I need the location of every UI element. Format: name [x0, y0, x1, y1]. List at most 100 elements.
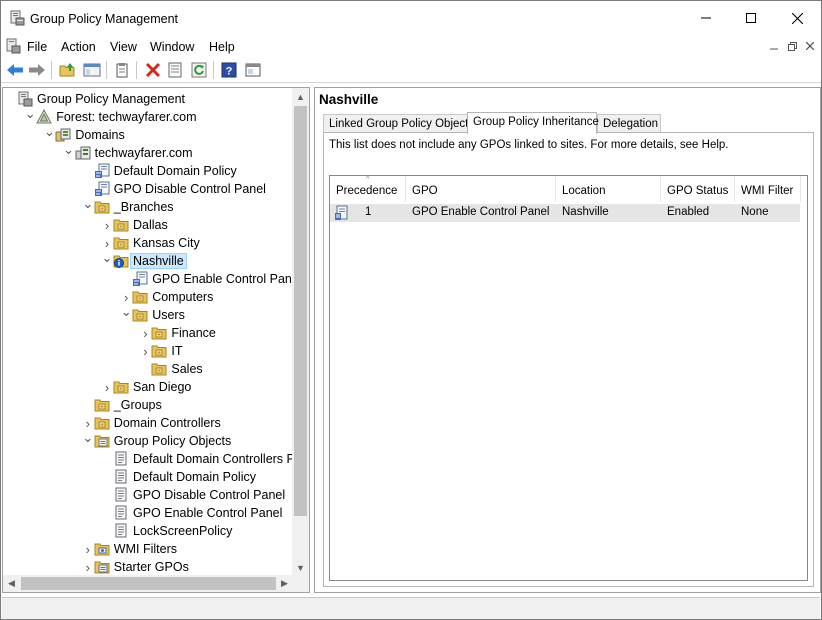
tree-node[interactable]: ⌄ _Branches [82, 195, 174, 216]
tree-horizontal-scrollbar[interactable]: ◀ ▶ [3, 575, 293, 592]
menu-help[interactable]: Help [209, 40, 235, 54]
scroll-up-icon[interactable]: ▲ [292, 88, 309, 105]
tree-node[interactable]: › Dallas [101, 216, 168, 234]
tree-node[interactable]: › IT [139, 342, 182, 360]
chevron-down-icon[interactable]: ⌄ [24, 105, 36, 123]
mmc-system-menu-icon[interactable] [5, 38, 21, 54]
close-icon [806, 42, 814, 50]
properties-icon [168, 62, 182, 78]
column-precedence[interactable]: ^ Precedence [330, 176, 406, 202]
maximize-button[interactable] [728, 1, 774, 35]
properties-button[interactable] [165, 60, 185, 80]
tab-linked-gpos[interactable]: Linked Group Policy Objects [323, 114, 474, 133]
scroll-left-icon[interactable]: ◀ [3, 575, 20, 592]
tree-node[interactable]: ⌄ Nashville [101, 249, 187, 270]
domain-icon [75, 146, 91, 160]
tree-node-label: LockScreenPolicy [133, 524, 233, 538]
child-close-button[interactable] [803, 39, 817, 53]
menu-action[interactable]: Action [61, 40, 96, 54]
tree-node-label: GPO Disable Control Panel [113, 182, 266, 196]
tree-node-label: WMI Filters [113, 542, 177, 556]
chevron-right-icon[interactable]: › [82, 558, 94, 576]
up-level-button[interactable] [58, 60, 78, 80]
ou-folder-icon [94, 417, 110, 430]
chevron-right-icon[interactable]: › [101, 216, 113, 234]
child-restore-button[interactable] [785, 39, 799, 53]
tree-node[interactable]: › WMI Filters [82, 540, 177, 558]
scrollbar-thumb[interactable] [294, 106, 307, 516]
tab-delegation[interactable]: Delegation [597, 114, 661, 133]
menu-view[interactable]: View [110, 40, 137, 54]
ou-folder-icon [113, 237, 129, 250]
tree-node[interactable]: GPO Enable Control Panel [101, 504, 282, 522]
help-button[interactable]: ? [219, 60, 239, 80]
chevron-down-icon[interactable]: ⌄ [120, 303, 132, 321]
toolbar-separator [106, 61, 107, 79]
tree-node-label: _Groups [113, 398, 162, 412]
tree-node[interactable]: GPO Disable Control Panel [101, 486, 285, 504]
tree-vertical-scrollbar[interactable]: ▲ ▼ [292, 88, 309, 576]
menu-window[interactable]: Window [150, 40, 194, 54]
refresh-button[interactable] [189, 60, 209, 80]
tree-node[interactable]: Default Domain Controllers Policy [101, 450, 293, 468]
delete-button[interactable] [143, 60, 163, 80]
back-arrow-icon [7, 64, 23, 76]
column-location[interactable]: Location [556, 176, 661, 202]
child-minimize-button[interactable] [767, 39, 781, 53]
tree-node[interactable]: Default Domain Policy [101, 468, 256, 486]
tree-node[interactable]: GPO Disable Control Panel [82, 180, 266, 198]
tree-node[interactable]: › Computers [120, 288, 213, 306]
tab-gp-inheritance[interactable]: Group Policy Inheritance [467, 112, 599, 134]
tree-node[interactable]: › Kansas City [101, 234, 200, 252]
chevron-down-icon[interactable]: ⌄ [82, 429, 94, 447]
chevron-down-icon[interactable]: ⌄ [63, 141, 75, 159]
tree-node[interactable]: › Starter GPOs [82, 558, 189, 576]
chevron-right-icon[interactable]: › [139, 324, 151, 342]
close-button[interactable] [774, 1, 820, 35]
gpo-container-icon [94, 435, 110, 448]
chevron-down-icon[interactable]: ⌄ [82, 195, 94, 213]
chevron-right-icon[interactable]: › [139, 342, 151, 360]
chevron-down-icon[interactable]: ⌄ [43, 123, 55, 141]
forward-button[interactable] [27, 60, 47, 80]
title-bar: Group Policy Management [1, 1, 821, 35]
column-gpo[interactable]: GPO [406, 176, 556, 202]
scrollbar-thumb[interactable] [21, 577, 276, 590]
scroll-down-icon[interactable]: ▼ [292, 559, 309, 576]
tree-node[interactable]: › Finance [139, 324, 216, 342]
scroll-right-icon[interactable]: ▶ [276, 575, 293, 592]
tree-node-label: _Branches [113, 200, 174, 214]
tree-node[interactable]: ⌄ Users [120, 303, 185, 324]
tree-node[interactable]: GPO Enable Control Panel [120, 270, 293, 288]
tree-node[interactable]: › Domain Controllers [82, 414, 221, 432]
show-hide-tree-button[interactable] [82, 60, 102, 80]
clipboard-button[interactable] [112, 60, 132, 80]
tree-node[interactable]: _Groups [82, 396, 162, 414]
tree-node[interactable]: LockScreenPolicy [101, 522, 232, 540]
menu-file[interactable]: File [27, 40, 47, 54]
tree-node[interactable]: ⌄ techwayfarer.com [63, 141, 192, 162]
console-button[interactable] [243, 60, 263, 80]
tree-node[interactable]: ⌄ Group Policy Objects [82, 429, 231, 450]
tree-node[interactable]: ⌄ Domains [43, 123, 125, 144]
table-row[interactable]: 1 GPO Enable Control Panel Nashville Ena… [330, 204, 800, 222]
gpo-link-icon [94, 163, 110, 178]
chevron-right-icon[interactable]: › [101, 378, 113, 396]
column-wmi-filter[interactable]: WMI Filter [735, 176, 801, 202]
back-button[interactable] [5, 60, 25, 80]
tree-node[interactable]: Default Domain Policy [82, 162, 237, 180]
tree-node[interactable]: › San Diego [101, 378, 192, 396]
gpo-link-icon [94, 181, 110, 196]
gpo-icon [115, 523, 127, 538]
details-header: Nashville [319, 92, 379, 107]
minimize-button[interactable] [683, 1, 729, 35]
tree-node[interactable]: Sales [139, 360, 203, 378]
chevron-down-icon[interactable]: ⌄ [101, 249, 113, 267]
chevron-right-icon[interactable]: › [82, 540, 94, 558]
column-gpo-status[interactable]: GPO Status [661, 176, 735, 202]
